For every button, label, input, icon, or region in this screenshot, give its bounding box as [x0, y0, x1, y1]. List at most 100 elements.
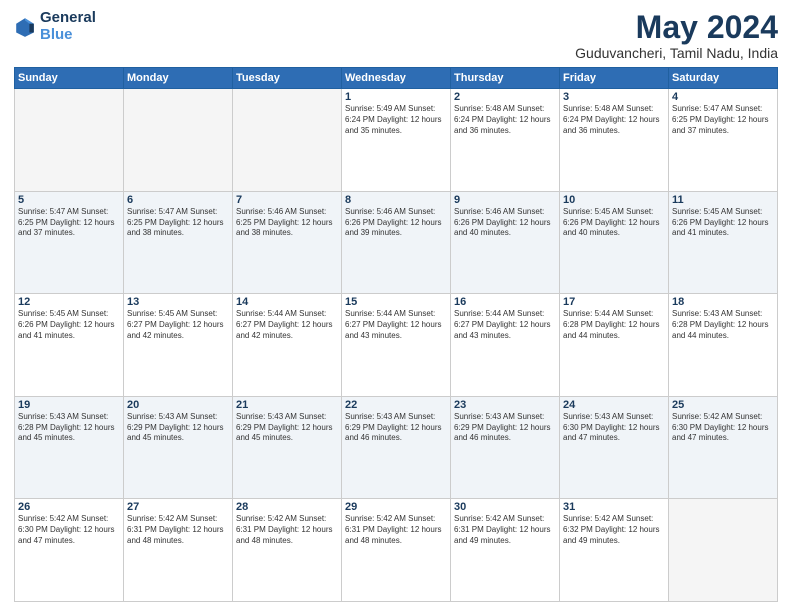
calendar-table: SundayMondayTuesdayWednesdayThursdayFrid… [14, 67, 778, 602]
calendar-cell: 30Sunrise: 5:42 AM Sunset: 6:31 PM Dayli… [451, 499, 560, 602]
day-number: 21 [236, 399, 338, 411]
calendar-cell: 2Sunrise: 5:48 AM Sunset: 6:24 PM Daylig… [451, 89, 560, 192]
calendar-cell: 4Sunrise: 5:47 AM Sunset: 6:25 PM Daylig… [669, 89, 778, 192]
day-number: 29 [345, 501, 447, 513]
day-number: 12 [18, 296, 120, 308]
calendar-cell: 11Sunrise: 5:45 AM Sunset: 6:26 PM Dayli… [669, 191, 778, 294]
calendar-row-1: 5Sunrise: 5:47 AM Sunset: 6:25 PM Daylig… [15, 191, 778, 294]
cell-info: Sunrise: 5:43 AM Sunset: 6:29 PM Dayligh… [236, 412, 338, 444]
cell-info: Sunrise: 5:48 AM Sunset: 6:24 PM Dayligh… [563, 104, 665, 136]
cell-info: Sunrise: 5:49 AM Sunset: 6:24 PM Dayligh… [345, 104, 447, 136]
calendar-row-2: 12Sunrise: 5:45 AM Sunset: 6:26 PM Dayli… [15, 294, 778, 397]
cell-info: Sunrise: 5:43 AM Sunset: 6:29 PM Dayligh… [345, 412, 447, 444]
col-header-monday: Monday [124, 68, 233, 89]
day-number: 11 [672, 194, 774, 206]
calendar-cell: 6Sunrise: 5:47 AM Sunset: 6:25 PM Daylig… [124, 191, 233, 294]
subtitle: Guduvancheri, Tamil Nadu, India [575, 45, 778, 61]
calendar-cell [669, 499, 778, 602]
logo: GeneralBlue [14, 10, 96, 43]
day-number: 1 [345, 91, 447, 103]
cell-info: Sunrise: 5:42 AM Sunset: 6:31 PM Dayligh… [345, 514, 447, 546]
calendar-cell: 9Sunrise: 5:46 AM Sunset: 6:26 PM Daylig… [451, 191, 560, 294]
cell-info: Sunrise: 5:45 AM Sunset: 6:27 PM Dayligh… [127, 309, 229, 341]
day-number: 10 [563, 194, 665, 206]
cell-info: Sunrise: 5:43 AM Sunset: 6:28 PM Dayligh… [18, 412, 120, 444]
header: GeneralBlue May 2024 Guduvancheri, Tamil… [14, 10, 778, 61]
cell-info: Sunrise: 5:48 AM Sunset: 6:24 PM Dayligh… [454, 104, 556, 136]
day-number: 30 [454, 501, 556, 513]
cell-info: Sunrise: 5:42 AM Sunset: 6:31 PM Dayligh… [127, 514, 229, 546]
day-number: 27 [127, 501, 229, 513]
calendar-cell: 1Sunrise: 5:49 AM Sunset: 6:24 PM Daylig… [342, 89, 451, 192]
col-header-wednesday: Wednesday [342, 68, 451, 89]
calendar-cell: 21Sunrise: 5:43 AM Sunset: 6:29 PM Dayli… [233, 396, 342, 499]
day-number: 9 [454, 194, 556, 206]
calendar-cell: 25Sunrise: 5:42 AM Sunset: 6:30 PM Dayli… [669, 396, 778, 499]
calendar-cell: 5Sunrise: 5:47 AM Sunset: 6:25 PM Daylig… [15, 191, 124, 294]
day-number: 26 [18, 501, 120, 513]
title-block: May 2024 Guduvancheri, Tamil Nadu, India [575, 10, 778, 61]
cell-info: Sunrise: 5:44 AM Sunset: 6:28 PM Dayligh… [563, 309, 665, 341]
logo-text: GeneralBlue [40, 10, 96, 43]
day-number: 8 [345, 194, 447, 206]
day-number: 7 [236, 194, 338, 206]
col-header-tuesday: Tuesday [233, 68, 342, 89]
cell-info: Sunrise: 5:47 AM Sunset: 6:25 PM Dayligh… [18, 207, 120, 239]
day-number: 28 [236, 501, 338, 513]
day-number: 13 [127, 296, 229, 308]
day-number: 22 [345, 399, 447, 411]
calendar-cell: 8Sunrise: 5:46 AM Sunset: 6:26 PM Daylig… [342, 191, 451, 294]
cell-info: Sunrise: 5:46 AM Sunset: 6:26 PM Dayligh… [454, 207, 556, 239]
cell-info: Sunrise: 5:46 AM Sunset: 6:25 PM Dayligh… [236, 207, 338, 239]
cell-info: Sunrise: 5:43 AM Sunset: 6:30 PM Dayligh… [563, 412, 665, 444]
day-number: 18 [672, 296, 774, 308]
calendar-cell: 17Sunrise: 5:44 AM Sunset: 6:28 PM Dayli… [560, 294, 669, 397]
cell-info: Sunrise: 5:43 AM Sunset: 6:29 PM Dayligh… [127, 412, 229, 444]
day-number: 3 [563, 91, 665, 103]
cell-info: Sunrise: 5:44 AM Sunset: 6:27 PM Dayligh… [345, 309, 447, 341]
calendar-cell: 28Sunrise: 5:42 AM Sunset: 6:31 PM Dayli… [233, 499, 342, 602]
calendar-cell: 31Sunrise: 5:42 AM Sunset: 6:32 PM Dayli… [560, 499, 669, 602]
calendar-cell: 12Sunrise: 5:45 AM Sunset: 6:26 PM Dayli… [15, 294, 124, 397]
calendar-cell: 16Sunrise: 5:44 AM Sunset: 6:27 PM Dayli… [451, 294, 560, 397]
logo-icon [14, 16, 36, 38]
calendar-cell: 27Sunrise: 5:42 AM Sunset: 6:31 PM Dayli… [124, 499, 233, 602]
day-number: 2 [454, 91, 556, 103]
cell-info: Sunrise: 5:42 AM Sunset: 6:32 PM Dayligh… [563, 514, 665, 546]
calendar-cell: 18Sunrise: 5:43 AM Sunset: 6:28 PM Dayli… [669, 294, 778, 397]
cell-info: Sunrise: 5:42 AM Sunset: 6:31 PM Dayligh… [454, 514, 556, 546]
calendar-cell: 14Sunrise: 5:44 AM Sunset: 6:27 PM Dayli… [233, 294, 342, 397]
cell-info: Sunrise: 5:44 AM Sunset: 6:27 PM Dayligh… [454, 309, 556, 341]
day-number: 14 [236, 296, 338, 308]
calendar-cell: 22Sunrise: 5:43 AM Sunset: 6:29 PM Dayli… [342, 396, 451, 499]
calendar-row-4: 26Sunrise: 5:42 AM Sunset: 6:30 PM Dayli… [15, 499, 778, 602]
cell-info: Sunrise: 5:42 AM Sunset: 6:30 PM Dayligh… [672, 412, 774, 444]
calendar-cell: 26Sunrise: 5:42 AM Sunset: 6:30 PM Dayli… [15, 499, 124, 602]
main-title: May 2024 [575, 10, 778, 45]
day-number: 20 [127, 399, 229, 411]
col-header-thursday: Thursday [451, 68, 560, 89]
calendar-cell: 23Sunrise: 5:43 AM Sunset: 6:29 PM Dayli… [451, 396, 560, 499]
calendar-cell: 19Sunrise: 5:43 AM Sunset: 6:28 PM Dayli… [15, 396, 124, 499]
cell-info: Sunrise: 5:42 AM Sunset: 6:31 PM Dayligh… [236, 514, 338, 546]
day-number: 24 [563, 399, 665, 411]
day-number: 15 [345, 296, 447, 308]
day-number: 23 [454, 399, 556, 411]
calendar-header-row: SundayMondayTuesdayWednesdayThursdayFrid… [15, 68, 778, 89]
calendar-cell [233, 89, 342, 192]
day-number: 31 [563, 501, 665, 513]
cell-info: Sunrise: 5:46 AM Sunset: 6:26 PM Dayligh… [345, 207, 447, 239]
cell-info: Sunrise: 5:44 AM Sunset: 6:27 PM Dayligh… [236, 309, 338, 341]
calendar-cell: 15Sunrise: 5:44 AM Sunset: 6:27 PM Dayli… [342, 294, 451, 397]
cell-info: Sunrise: 5:42 AM Sunset: 6:30 PM Dayligh… [18, 514, 120, 546]
calendar-row-3: 19Sunrise: 5:43 AM Sunset: 6:28 PM Dayli… [15, 396, 778, 499]
day-number: 16 [454, 296, 556, 308]
calendar-cell [124, 89, 233, 192]
day-number: 4 [672, 91, 774, 103]
calendar-row-0: 1Sunrise: 5:49 AM Sunset: 6:24 PM Daylig… [15, 89, 778, 192]
cell-info: Sunrise: 5:47 AM Sunset: 6:25 PM Dayligh… [127, 207, 229, 239]
day-number: 25 [672, 399, 774, 411]
day-number: 19 [18, 399, 120, 411]
cell-info: Sunrise: 5:43 AM Sunset: 6:29 PM Dayligh… [454, 412, 556, 444]
cell-info: Sunrise: 5:45 AM Sunset: 6:26 PM Dayligh… [18, 309, 120, 341]
